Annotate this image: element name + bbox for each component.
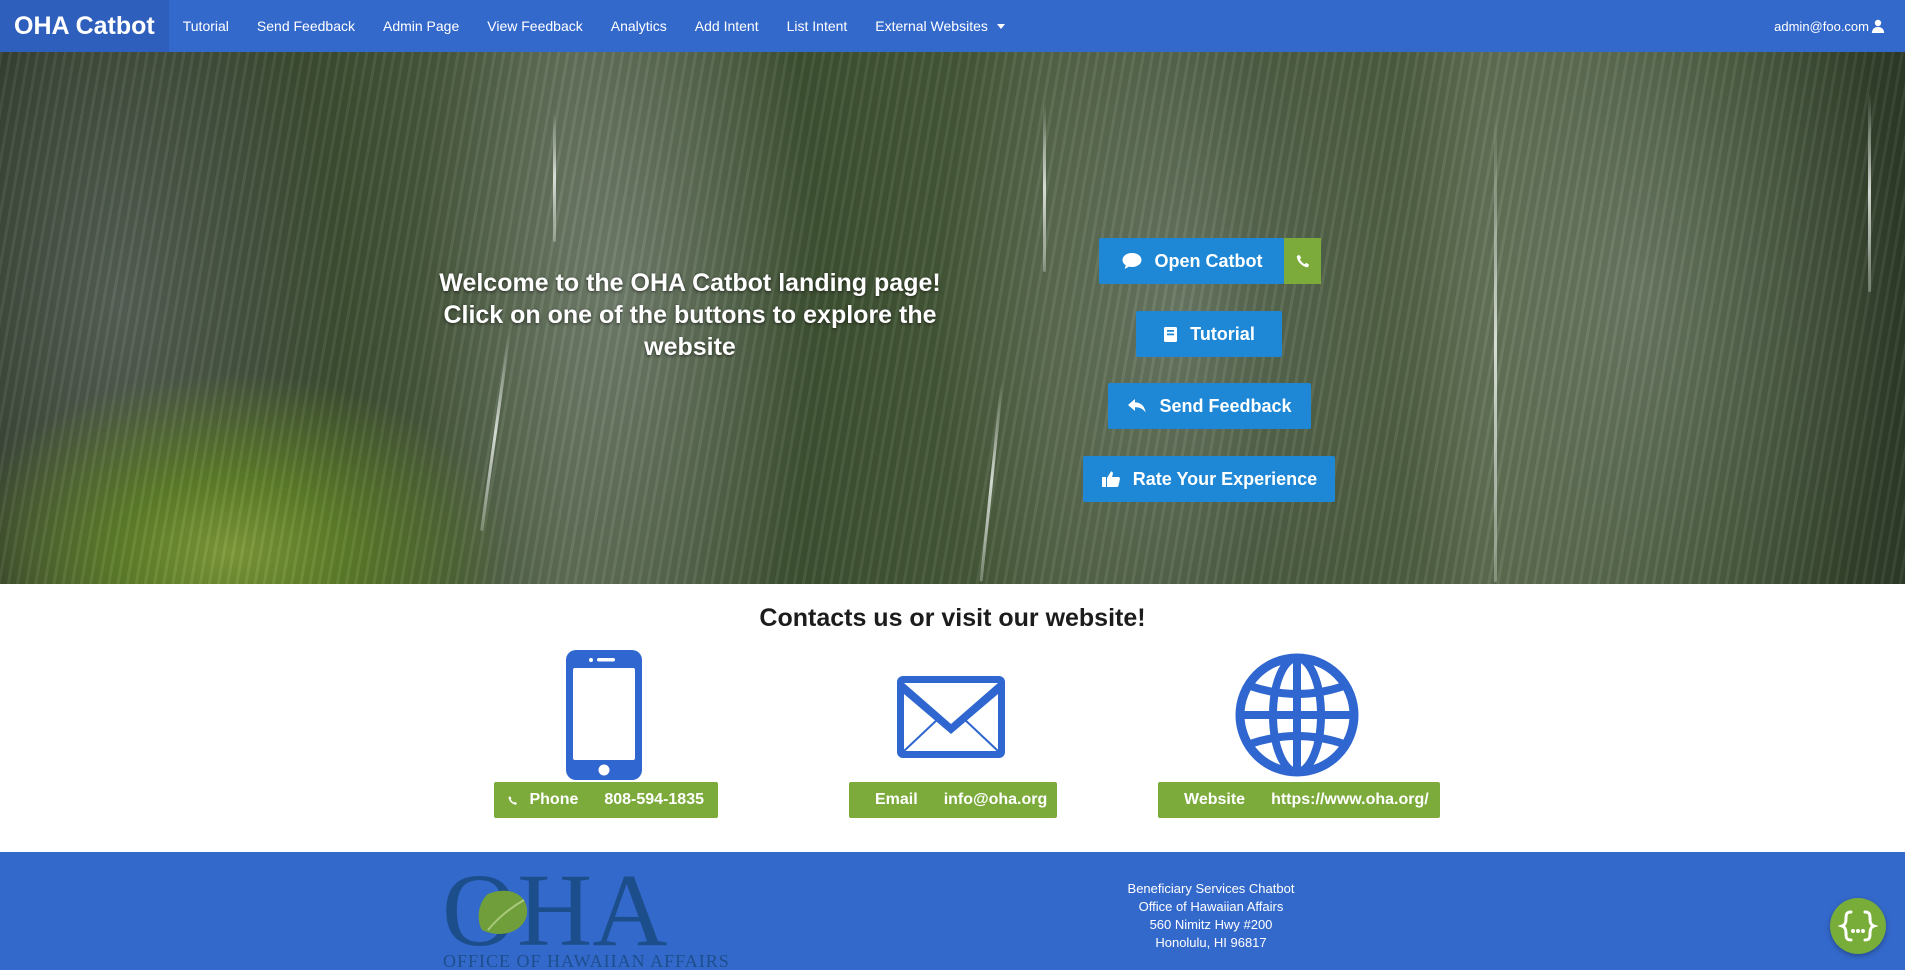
nav-item-analytics[interactable]: Analytics: [597, 0, 681, 52]
nav-item-external-websites-dropdown[interactable]: External Websites: [861, 0, 1019, 52]
thumbs-up-icon: [1101, 471, 1120, 487]
phone-contact-badge[interactable]: Phone 808-594-1835: [494, 782, 718, 818]
email-address: info@oha.org: [943, 791, 1048, 808]
user-email: admin@foo.com: [1774, 18, 1869, 34]
hero-banner: Welcome to the OHA Catbot landing page! …: [0, 52, 1905, 584]
waterfall-decoration: [1868, 92, 1871, 292]
welcome-message: Welcome to the OHA Catbot landing page! …: [430, 267, 950, 363]
website-url: https://www.oha.org/: [1271, 791, 1429, 808]
user-icon: [1871, 19, 1885, 33]
user-menu[interactable]: admin@foo.com: [1774, 0, 1885, 52]
waterfall-decoration: [553, 112, 556, 242]
nav-menu: Tutorial Send Feedback Admin Page View F…: [169, 0, 1019, 52]
website-contact-badge[interactable]: Website https://www.oha.org/: [1158, 782, 1440, 818]
send-feedback-label: Send Feedback: [1159, 395, 1292, 416]
call-button[interactable]: [1284, 238, 1321, 284]
nav-item-add-intent[interactable]: Add Intent: [681, 0, 773, 52]
caret-down-icon: [996, 23, 1005, 29]
phone-label: Phone: [529, 791, 579, 808]
welcome-line-2: Click on one of the buttons to explore t…: [443, 301, 937, 329]
footer-address: Beneficiary Services Chatbot Office of H…: [1111, 880, 1311, 952]
nav-item-send-feedback[interactable]: Send Feedback: [243, 0, 369, 52]
globe-icon: [1235, 653, 1359, 777]
waterfall-decoration: [979, 382, 1004, 582]
top-navbar: OHA Catbot Tutorial Send Feedback Admin …: [0, 0, 1905, 52]
phone-icon: [1296, 254, 1309, 268]
welcome-line-1: Welcome to the OHA Catbot landing page!: [439, 269, 941, 297]
phone-number: 808-594-1835: [604, 791, 704, 808]
chat-bubble-icon: [1122, 253, 1141, 269]
email-contact-badge[interactable]: Email info@oha.org: [849, 782, 1057, 818]
open-catbot-button[interactable]: Open Catbot: [1099, 238, 1284, 284]
address-line-2: Office of Hawaiian Affairs: [1138, 899, 1284, 914]
send-feedback-button[interactable]: Send Feedback: [1108, 383, 1311, 429]
reply-icon: [1128, 399, 1147, 413]
waterfall-decoration: [1043, 102, 1046, 272]
svg-text:OFFICE OF HAWAIIAN AFFAIRS: OFFICE OF HAWAIIAN AFFAIRS: [443, 951, 730, 970]
nav-item-tutorial[interactable]: Tutorial: [169, 0, 243, 52]
phone-icon: [508, 795, 517, 805]
welcome-line-3: website: [644, 333, 736, 361]
tutorial-label: Tutorial: [1190, 323, 1255, 344]
oha-logo: OHA OFFICE OF HAWAIIAN AFFAIRS: [442, 860, 730, 970]
tutorial-button[interactable]: Tutorial: [1136, 311, 1282, 357]
rate-experience-label: Rate Your Experience: [1132, 468, 1318, 489]
waterfall-decoration: [1494, 112, 1497, 582]
nav-item-list-intent[interactable]: List Intent: [773, 0, 862, 52]
open-catbot-label: Open Catbot: [1154, 250, 1263, 271]
page-footer: OHA OFFICE OF HAWAIIAN AFFAIRS Beneficia…: [0, 852, 1905, 970]
nav-item-view-feedback[interactable]: View Feedback: [473, 0, 596, 52]
contacts-heading: Contacts us or visit our website!: [759, 604, 1146, 632]
phone-device-icon: [566, 650, 642, 780]
rate-experience-button[interactable]: Rate Your Experience: [1083, 456, 1335, 502]
nav-item-admin-page[interactable]: Admin Page: [369, 0, 473, 52]
website-label: Website: [1184, 791, 1246, 808]
book-icon: [1164, 326, 1178, 342]
brand-logo[interactable]: OHA Catbot: [0, 0, 169, 52]
external-websites-label: External Websites: [875, 18, 988, 34]
chat-launcher-button[interactable]: [1830, 898, 1886, 954]
address-line-1: Beneficiary Services Chatbot: [1127, 881, 1295, 896]
address-line-3: 560 Nimitz Hwy #200: [1149, 917, 1273, 932]
code-braces-icon: [1838, 910, 1878, 942]
address-line-4: Honolulu, HI 96817: [1155, 935, 1267, 950]
envelope-icon: [897, 676, 1005, 758]
email-label: Email: [875, 791, 918, 808]
